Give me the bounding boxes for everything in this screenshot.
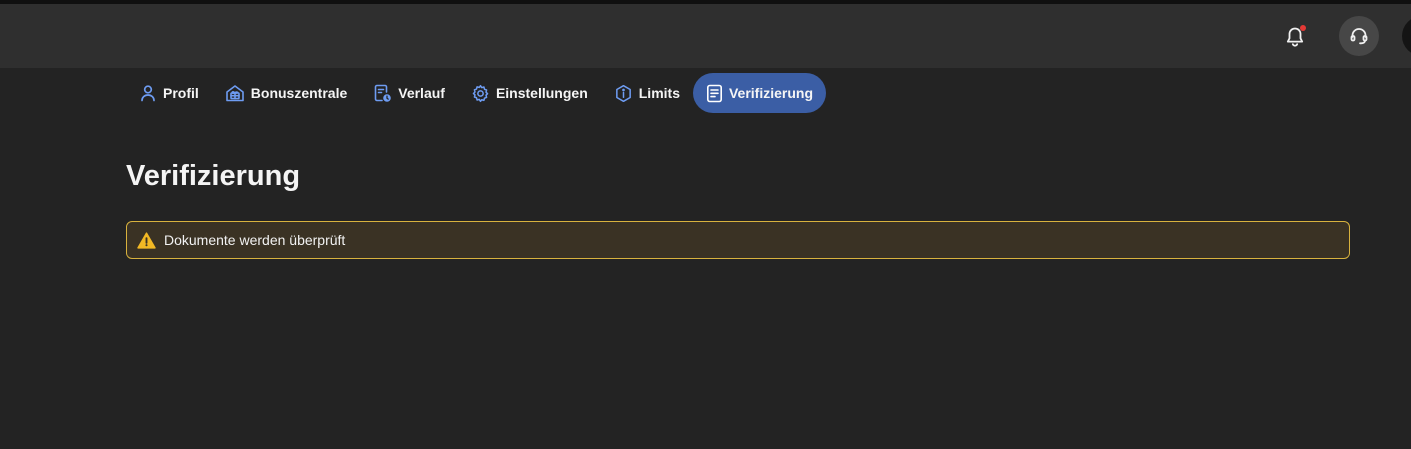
tab-label: Verlauf: [398, 85, 445, 101]
gear-icon: [472, 84, 489, 102]
user-icon: [141, 85, 155, 102]
account-tabs: Profil Bonuszentrale Verlauf Einstellung…: [126, 73, 827, 113]
status-alert-text: Dokumente werden überprüft: [164, 232, 346, 248]
status-alert: Dokumente werden überprüft: [126, 221, 1350, 259]
tab-label: Verifizierung: [728, 85, 814, 101]
tab-label: Limits: [638, 85, 680, 101]
tab-limits[interactable]: Limits: [601, 73, 693, 113]
gift-box-icon: [225, 85, 244, 102]
page-title: Verifizierung: [126, 160, 301, 192]
support-button[interactable]: [1339, 16, 1379, 56]
avatar[interactable]: [1402, 16, 1411, 56]
warning-icon: [137, 231, 156, 249]
tab-label: Bonuszentrale: [250, 85, 348, 101]
tab-bonuszentrale[interactable]: Bonuszentrale: [212, 73, 360, 113]
headset-icon: [1350, 28, 1368, 45]
notification-dot: [1300, 25, 1306, 31]
tab-verifizierung[interactable]: Verifizierung: [692, 73, 827, 113]
tab-profil[interactable]: Profil: [126, 73, 212, 113]
document-icon: [706, 84, 722, 102]
top-bar: [0, 4, 1411, 68]
tab-label: Einstellungen: [495, 85, 588, 101]
tab-verlauf[interactable]: Verlauf: [360, 73, 458, 113]
history-icon: [374, 84, 392, 102]
info-hexagon-icon: [615, 84, 631, 102]
tab-einstellungen[interactable]: Einstellungen: [458, 73, 601, 113]
notifications-button[interactable]: [1282, 24, 1308, 50]
tab-label: Profil: [163, 85, 199, 101]
